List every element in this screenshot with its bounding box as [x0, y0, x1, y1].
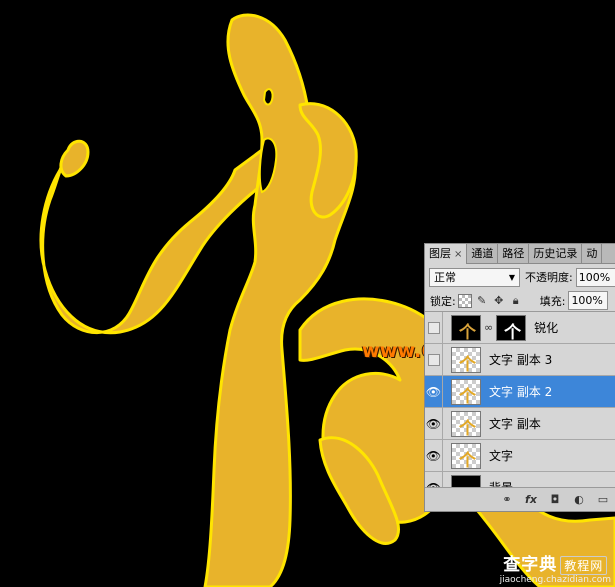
mask-glyph-icon: 个 — [504, 322, 522, 341]
layer-row[interactable]: 个 文字 副本 3 — [425, 343, 615, 376]
visibility-toggle[interactable]: 👁︎ — [425, 375, 443, 408]
eye-icon: 👁︎ — [425, 416, 442, 431]
fx-icon[interactable]: fx — [522, 492, 540, 508]
site-brand-name: 查字典 — [503, 555, 558, 575]
lock-label: 锁定: — [430, 294, 456, 308]
lock-icons: ✎ ✥ 🔒︎ — [457, 293, 526, 308]
blend-row: 正常 ▼ 不透明度: 100% — [425, 264, 615, 290]
lock-row: 锁定: ✎ ✥ 🔒︎ 填充: 100% — [425, 290, 615, 312]
visibility-toggle[interactable]: 👁︎ — [425, 471, 443, 488]
visibility-toggle[interactable]: 👁︎ — [425, 439, 443, 472]
mask-icon[interactable]: ◘ — [546, 492, 564, 508]
layer-row[interactable]: 👁︎ 个 文字 — [425, 439, 615, 472]
visibility-toggle[interactable]: 👁︎ — [425, 407, 443, 440]
layer-name: 文字 副本 3 — [489, 353, 553, 367]
tab-layers-label: 图层 — [429, 247, 451, 260]
opacity-label: 不透明度: — [525, 271, 573, 284]
panel-footer: ⚭ fx ◘ ◐ ▭ — [425, 487, 615, 511]
blend-mode-value: 正常 — [434, 271, 456, 284]
tab-layers[interactable]: 图层 × — [425, 244, 468, 264]
layer-name: 文字 副本 — [489, 417, 541, 431]
fill-input[interactable]: 100% — [568, 291, 609, 310]
layer-glyph-icon: 个 — [459, 418, 476, 437]
visibility-empty-icon — [427, 353, 440, 366]
opacity-input[interactable]: 100% — [575, 267, 615, 287]
blend-mode-select[interactable]: 正常 ▼ — [429, 267, 520, 287]
chevron-down-icon: ▼ — [508, 272, 515, 282]
chain-link-icon[interactable]: ∞ — [484, 321, 493, 334]
lock-brush-icon[interactable]: ✎ — [475, 294, 489, 308]
site-brand: 查字典 教程网 — [500, 550, 611, 575]
layer-glyph-icon: 个 — [459, 354, 476, 373]
folder-icon[interactable]: ▭ — [594, 492, 612, 508]
layer-thumbnail: 个 — [451, 346, 481, 373]
layer-glyph-icon: 个 — [459, 450, 476, 469]
layer-name: 文字 副本 2 — [489, 385, 553, 399]
layer-row-selected[interactable]: 👁︎ 个 文字 副本 2 — [425, 375, 615, 408]
layers-panel: 图层 × 通道 路径 历史记录 动 正常 ▼ 不透明度: 100% 锁定: ✎ ✥… — [424, 243, 615, 512]
tab-channels[interactable]: 通道 — [467, 244, 499, 264]
tab-paths[interactable]: 路径 — [498, 244, 530, 264]
layer-glyph-icon: 个 — [459, 322, 476, 341]
layer-name: 文字 — [489, 449, 514, 463]
site-watermark: 查字典 教程网 jiaocheng.chazidian.com — [500, 550, 611, 585]
tab-history[interactable]: 历史记录 — [529, 244, 583, 264]
layers-list: 个 ∞ 个 锐化 个 文字 副本 3 👁︎ 个 文字 副本 2 👁︎ 个 文字 … — [425, 312, 615, 488]
layer-thumbnail: 个 — [451, 378, 481, 405]
layer-row[interactable]: 👁︎ 个 文字 副本 — [425, 407, 615, 440]
layer-mask-thumbnail: 个 — [496, 314, 527, 341]
layer-thumbnail: 个 — [451, 314, 481, 341]
layer-thumbnail: 个 — [451, 442, 481, 469]
visibility-empty-icon — [427, 321, 440, 334]
layer-row[interactable]: 👁︎ 背景 — [425, 471, 615, 488]
eye-icon: 👁︎ — [425, 448, 442, 463]
tab-close-icon[interactable]: × — [454, 249, 462, 260]
adjustment-icon[interactable]: ◐ — [570, 492, 588, 508]
layer-name: 锐化 — [534, 321, 559, 335]
layer-glyph-icon: 个 — [459, 386, 476, 405]
eye-icon: 👁︎ — [425, 384, 442, 399]
panel-tabs: 图层 × 通道 路径 历史记录 动 — [425, 244, 615, 264]
lock-transparency-icon[interactable] — [457, 293, 472, 308]
visibility-toggle[interactable] — [425, 343, 443, 376]
layer-thumbnail — [451, 474, 481, 488]
tab-actions[interactable]: 动 — [582, 244, 603, 264]
link-icon[interactable]: ⚭ — [498, 492, 516, 508]
layer-row[interactable]: 个 ∞ 个 锐化 — [425, 312, 615, 344]
site-url: jiaocheng.chazidian.com — [499, 575, 611, 585]
layer-thumbnail: 个 — [451, 410, 481, 437]
site-brand-tag: 教程网 — [560, 555, 608, 575]
fill-label: 填充: — [539, 294, 566, 308]
visibility-toggle[interactable] — [425, 312, 443, 344]
lock-move-icon[interactable]: ✥ — [492, 294, 506, 308]
lock-all-icon[interactable]: 🔒︎ — [509, 294, 523, 308]
